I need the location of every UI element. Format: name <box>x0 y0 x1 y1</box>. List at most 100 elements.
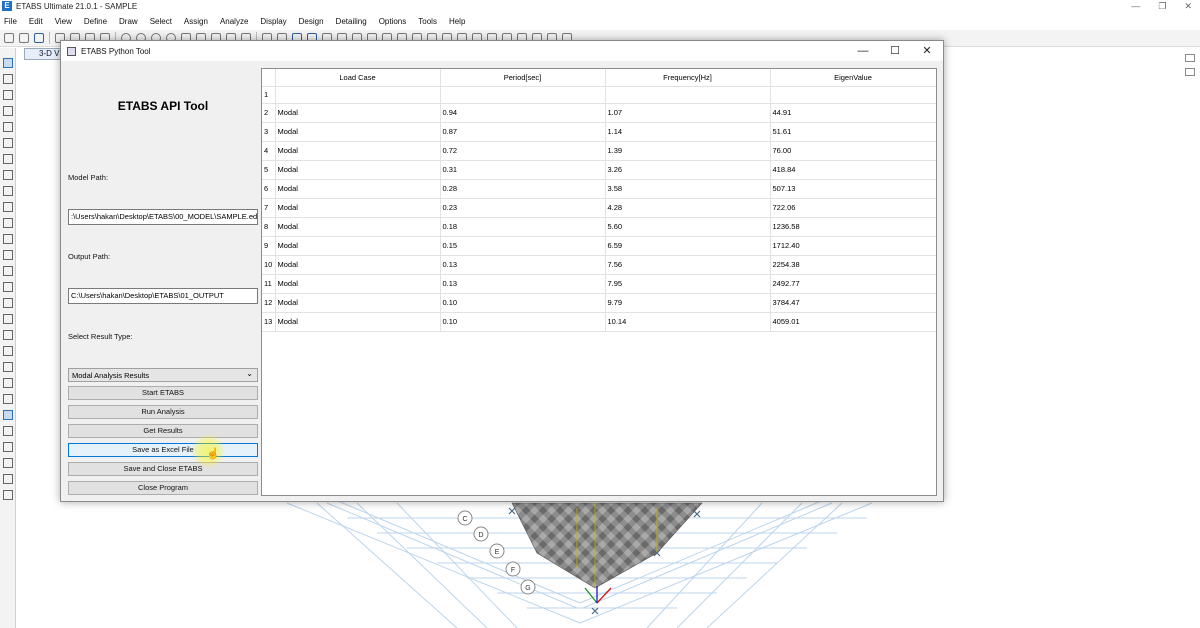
menu-design[interactable]: Design <box>299 17 324 26</box>
app-close-button[interactable]: ✕ <box>1184 0 1192 12</box>
cell-load-case[interactable]: Modal <box>275 160 441 180</box>
cell-period[interactable]: 0.31 <box>440 160 606 180</box>
cell-eigenvalue[interactable]: 51.61 <box>770 122 936 142</box>
table-row[interactable]: 8 Modal 0.18 5.60 1236.58 <box>262 217 936 237</box>
cell-eigenvalue[interactable]: 2254.38 <box>770 255 936 275</box>
snap-grid-icon[interactable] <box>2 410 13 420</box>
snap-line-icon[interactable] <box>2 490 13 500</box>
draw-rect-icon[interactable] <box>2 218 13 228</box>
cell-load-case[interactable]: Modal <box>275 141 441 161</box>
menu-view[interactable]: View <box>55 17 72 26</box>
snap-perp-icon[interactable] <box>2 474 13 484</box>
cell-load-case[interactable]: Modal <box>275 122 441 142</box>
table-row[interactable]: 13 Modal 0.10 10.14 4059.01 <box>262 312 936 332</box>
cell-load-case[interactable]: Modal <box>275 217 441 237</box>
table-row[interactable]: 6 Modal 0.28 3.58 507.13 <box>262 179 936 199</box>
results-table-container[interactable]: Load Case Period[sec] Frequency[Hz] Eige… <box>261 68 937 496</box>
dialog-titlebar[interactable]: ETABS Python Tool — ☐ ✕ <box>61 41 943 61</box>
draw-x-brace-icon[interactable] <box>2 170 13 180</box>
app-minimize-button[interactable]: — <box>1131 0 1140 12</box>
cell-frequency[interactable]: 4.28 <box>605 198 771 218</box>
output-path-input[interactable]: C:\Users\hakan\Desktop\ETABS\01_OUTPUT <box>68 288 258 304</box>
reshape-tool-icon[interactable] <box>2 74 13 84</box>
cell-eigenvalue[interactable]: 418.84 <box>770 160 936 180</box>
menu-draw[interactable]: Draw <box>119 17 138 26</box>
cell-period[interactable]: 0.87 <box>440 122 606 142</box>
table-row[interactable]: 1 <box>262 86 936 104</box>
cell-frequency[interactable]: 7.56 <box>605 255 771 275</box>
cell-period[interactable]: 0.18 <box>440 217 606 237</box>
table-row[interactable]: 2 Modal 0.94 1.07 44.91 <box>262 103 936 123</box>
start-etabs-button[interactable]: Start ETABS <box>68 386 258 400</box>
open-file-icon[interactable] <box>19 33 29 43</box>
draw-line-icon[interactable] <box>2 106 13 116</box>
draw-ref-point-icon[interactable] <box>2 362 13 372</box>
cell-frequency[interactable]: 1.07 <box>605 103 771 123</box>
cell-eigenvalue[interactable]: 1236.58 <box>770 217 936 237</box>
cell-eigenvalue[interactable]: 4059.01 <box>770 312 936 332</box>
draw-wall-stack-icon[interactable] <box>2 378 13 388</box>
cell-eigenvalue[interactable]: 507.13 <box>770 179 936 199</box>
cell-load-case[interactable]: Modal <box>275 293 441 313</box>
cell-frequency[interactable]: 3.58 <box>605 179 771 199</box>
cell-period[interactable]: 0.28 <box>440 179 606 199</box>
cell-eigenvalue[interactable] <box>770 86 936 104</box>
model-path-input[interactable]: :\Users\hakan\Desktop\ETABS\00_MODEL\SAM… <box>68 209 258 225</box>
draw-tendon-icon[interactable] <box>2 314 13 324</box>
draw-floor-icon[interactable] <box>2 186 13 196</box>
draw-ramp-icon[interactable] <box>2 250 13 260</box>
cell-frequency[interactable]: 3.26 <box>605 160 771 180</box>
close-program-button[interactable]: Close Program <box>68 481 258 495</box>
table-row[interactable]: 10 Modal 0.13 7.56 2254.38 <box>262 255 936 275</box>
snap-icon[interactable] <box>2 394 13 404</box>
cell-eigenvalue[interactable]: 44.91 <box>770 103 936 123</box>
column-header-eigenvalue[interactable]: EigenValue <box>770 69 936 87</box>
draw-wall-tool-icon[interactable] <box>2 202 13 212</box>
pointer-icon[interactable] <box>2 58 13 68</box>
dialog-minimize-button[interactable]: — <box>847 41 879 61</box>
get-results-button[interactable]: Get Results <box>68 424 258 438</box>
menu-define[interactable]: Define <box>84 17 107 26</box>
run-analysis-button[interactable]: Run Analysis <box>68 405 258 419</box>
table-row[interactable]: 5 Modal 0.31 3.26 418.84 <box>262 160 936 180</box>
cell-period[interactable]: 0.23 <box>440 198 606 218</box>
cell-frequency[interactable]: 5.60 <box>605 217 771 237</box>
cell-period[interactable]: 0.13 <box>440 255 606 275</box>
dialog-close-button[interactable]: ✕ <box>911 41 943 61</box>
cell-frequency[interactable]: 6.59 <box>605 236 771 256</box>
cell-frequency[interactable]: 10.14 <box>605 312 771 332</box>
menu-help[interactable]: Help <box>449 17 465 26</box>
cell-eigenvalue[interactable]: 1712.40 <box>770 236 936 256</box>
menu-edit[interactable]: Edit <box>29 17 43 26</box>
table-row[interactable]: 3 Modal 0.87 1.14 51.61 <box>262 122 936 142</box>
result-type-select[interactable]: Modal Analysis Results ⌄ <box>68 368 258 382</box>
cell-load-case[interactable]: Modal <box>275 179 441 199</box>
menu-analyze[interactable]: Analyze <box>220 17 248 26</box>
snap-intersect-icon[interactable] <box>2 458 13 468</box>
cell-frequency[interactable]: 1.39 <box>605 141 771 161</box>
cell-period[interactable]: 0.94 <box>440 103 606 123</box>
save-excel-button[interactable]: Save as Excel File <box>68 443 258 457</box>
draw-stair-icon[interactable] <box>2 266 13 276</box>
cell-eigenvalue[interactable]: 3784.47 <box>770 293 936 313</box>
cell-eigenvalue[interactable]: 2492.77 <box>770 274 936 294</box>
app-restore-button[interactable]: ❐ <box>1158 0 1166 12</box>
cell-load-case[interactable]: Modal <box>275 255 441 275</box>
column-header-frequency[interactable]: Frequency[Hz] <box>605 69 771 87</box>
menu-detailing[interactable]: Detailing <box>336 17 367 26</box>
cell-eigenvalue[interactable]: 76.00 <box>770 141 936 161</box>
draw-beam-tool-icon[interactable] <box>2 154 13 164</box>
draw-grid-icon[interactable] <box>2 282 13 292</box>
draw-column-tool-icon[interactable] <box>2 138 13 148</box>
cell-period[interactable] <box>440 86 606 104</box>
cell-load-case[interactable]: Modal <box>275 198 441 218</box>
cell-load-case[interactable]: Modal <box>275 312 441 332</box>
draw-dim-icon[interactable] <box>2 346 13 356</box>
cell-frequency[interactable]: 9.79 <box>605 293 771 313</box>
cell-eigenvalue[interactable]: 722.06 <box>770 198 936 218</box>
draw-joint-icon[interactable] <box>2 90 13 100</box>
draw-link-tool-icon[interactable] <box>2 298 13 308</box>
cell-period[interactable]: 0.72 <box>440 141 606 161</box>
menu-options[interactable]: Options <box>379 17 407 26</box>
table-row[interactable]: 11 Modal 0.13 7.95 2492.77 <box>262 274 936 294</box>
